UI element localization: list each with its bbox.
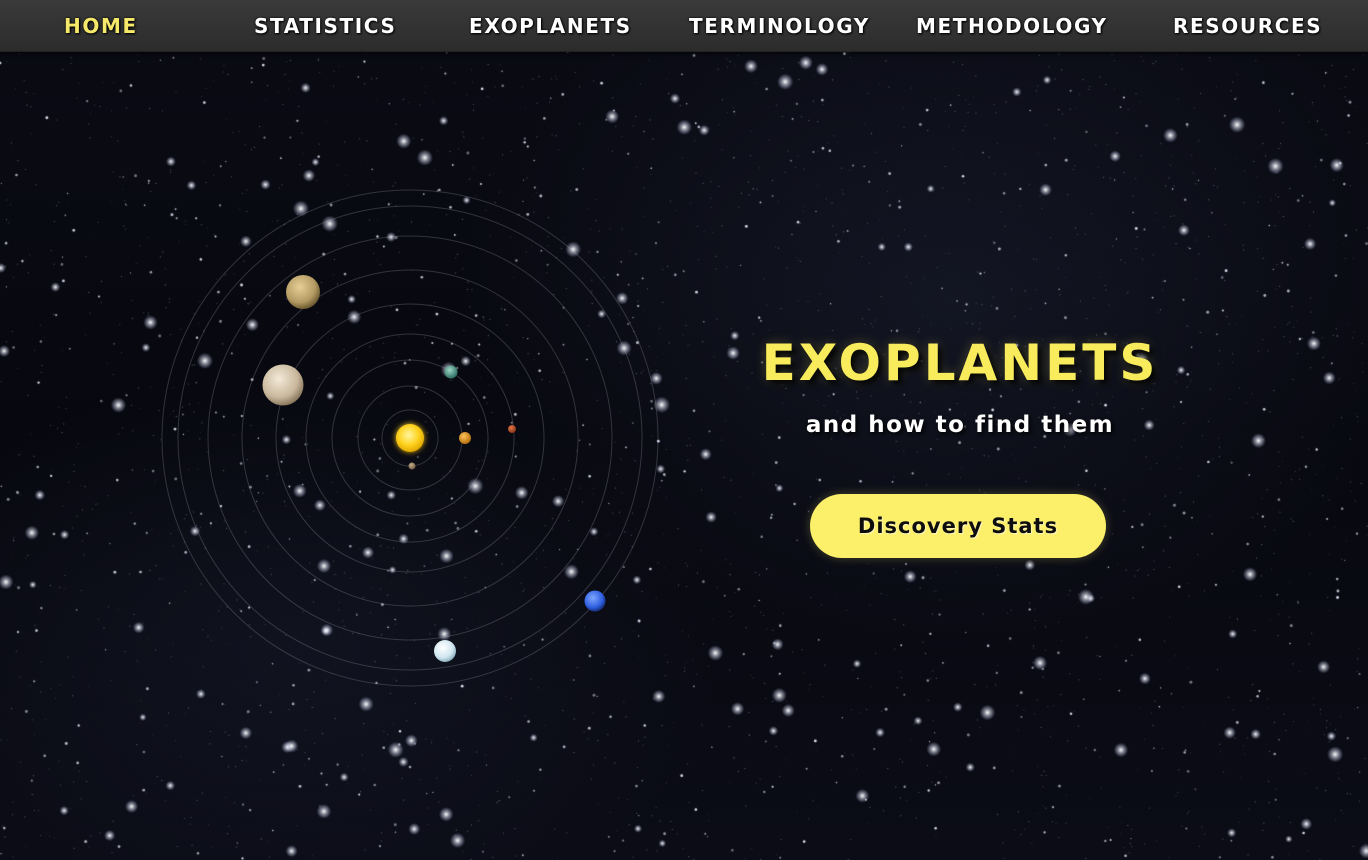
planet-mercury-icon	[408, 462, 416, 470]
discovery-stats-button[interactable]: Discovery Stats	[810, 494, 1106, 558]
planet-uranus-icon	[434, 640, 456, 662]
planet-neptune-icon	[584, 590, 606, 612]
hero-title: EXOPLANETS	[761, 334, 1159, 392]
nav-item-terminology[interactable]: TERMINOLOGY	[689, 13, 870, 39]
nav-item-resources[interactable]: RESOURCES	[1173, 13, 1322, 39]
nav-item-statistics[interactable]: STATISTICS	[254, 13, 396, 39]
nav-item-methodology[interactable]: METHODOLOGY	[916, 13, 1108, 39]
planet-mars-icon	[508, 425, 516, 433]
nav-item-home[interactable]: HOME	[64, 13, 138, 39]
planet-jupiter-icon	[262, 364, 304, 406]
sun-icon	[396, 424, 424, 452]
planet-venus-icon	[459, 432, 471, 444]
page: HOME STATISTICS EXOPLANETS TERMINOLOGY M…	[0, 0, 1368, 860]
planet-earth-icon	[444, 365, 458, 379]
hero-subtitle: and how to find them	[805, 412, 1115, 438]
top-navbar: HOME STATISTICS EXOPLANETS TERMINOLOGY M…	[0, 0, 1368, 52]
planet-saturn-icon	[286, 275, 320, 309]
solar-system-illustration	[161, 189, 659, 687]
nav-item-exoplanets[interactable]: EXOPLANETS	[469, 13, 632, 39]
